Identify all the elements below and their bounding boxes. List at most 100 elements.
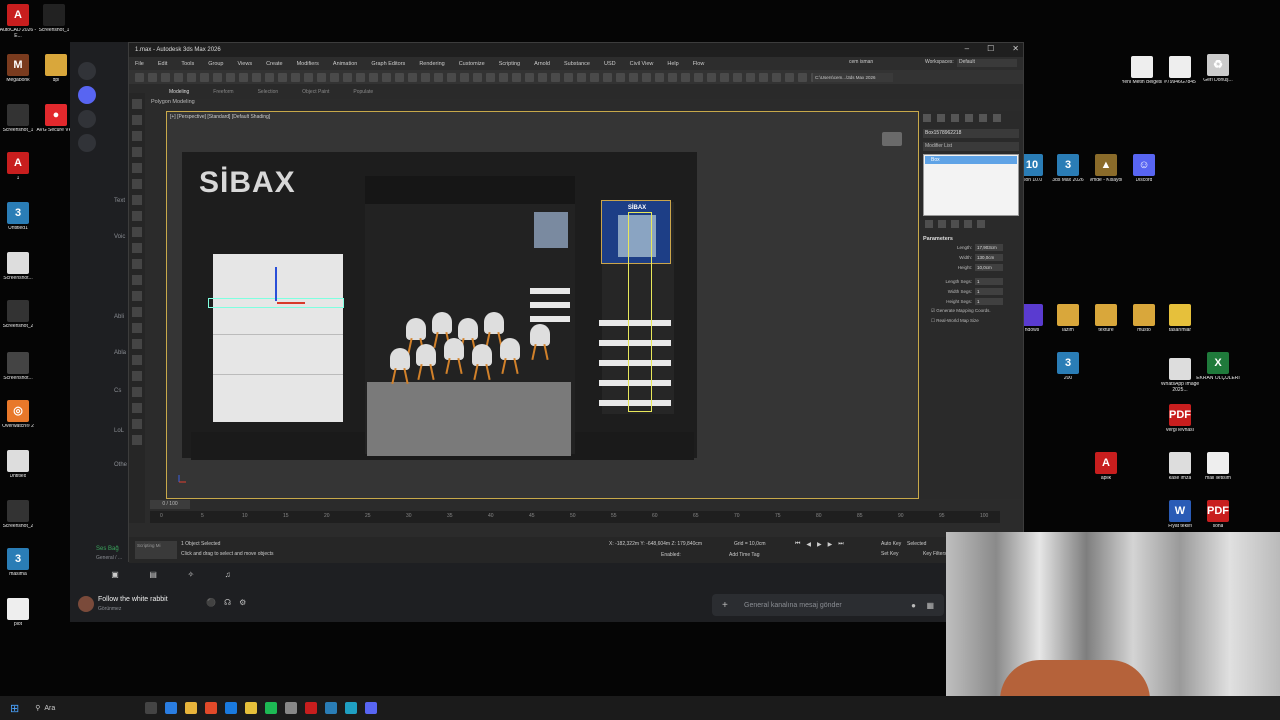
- dimension-spinner[interactable]: 130,0cm: [975, 253, 1003, 261]
- workspace-dropdown[interactable]: Default: [957, 59, 1017, 67]
- toolbar-button-icon[interactable]: [525, 72, 534, 82]
- z-coord[interactable]: Z: 179,840cm: [671, 541, 702, 547]
- telegram-icon[interactable]: [325, 702, 338, 714]
- modifier-list-dropdown[interactable]: Modifier List: [923, 142, 1019, 151]
- menu-substance[interactable]: Substance: [564, 61, 590, 67]
- toolbar-button-icon[interactable]: [720, 72, 729, 82]
- next-frame-icon[interactable]: ▶: [828, 541, 833, 548]
- left-tool-icon[interactable]: [132, 323, 142, 333]
- toolbar-button-icon[interactable]: [460, 72, 469, 82]
- discord-add-server-icon[interactable]: [78, 110, 96, 128]
- toolbar-button-icon[interactable]: [590, 72, 599, 82]
- add-time-tag[interactable]: Add Time Tag: [729, 552, 759, 558]
- toolbar-button-icon[interactable]: [343, 72, 352, 82]
- pin-stack-icon[interactable]: [925, 220, 933, 228]
- toolbar-button-icon[interactable]: [564, 72, 573, 82]
- gen-mapping-checkbox[interactable]: ☑ Generate Mapping Coords.: [919, 306, 1023, 316]
- segments-spinner[interactable]: 1: [975, 277, 1003, 285]
- real-world-checkbox[interactable]: ☐ Real-World Map Size: [919, 316, 1023, 326]
- file-explorer-icon[interactable]: [245, 702, 258, 714]
- toolbar-button-icon[interactable]: [265, 72, 274, 82]
- minimize-icon[interactable]: –: [965, 44, 969, 53]
- menu-file[interactable]: File: [135, 61, 144, 67]
- coordinate-readout[interactable]: X: -182,322m Y: -648,604m Z: 179,840cm: [609, 541, 702, 547]
- left-tool-icon[interactable]: [132, 227, 142, 237]
- maximize-icon[interactable]: ☐: [987, 44, 994, 53]
- left-desktop-icon[interactable]: 3 masima: [0, 548, 40, 578]
- message-input[interactable]: + General kanalına mesaj gönder ● ▦: [712, 594, 944, 616]
- remove-modifier-icon[interactable]: [964, 220, 972, 228]
- toolbar-button-icon[interactable]: [434, 72, 443, 82]
- left-tool-icon[interactable]: [132, 163, 142, 173]
- edge-browser-icon[interactable]: [225, 702, 238, 714]
- ribbon-tab-freeform[interactable]: Freeform: [213, 89, 233, 95]
- modifier-stack[interactable]: Box: [923, 154, 1019, 216]
- dimension-spinner[interactable]: 17,903cm: [975, 243, 1003, 251]
- display-tab-icon[interactable]: [979, 114, 987, 122]
- discord-explore-icon[interactable]: [78, 134, 96, 152]
- toolbar-button-icon[interactable]: [538, 72, 547, 82]
- windows-start-icon[interactable]: ⊞: [10, 702, 19, 715]
- toolbar-button-icon[interactable]: [291, 72, 300, 82]
- wall-poster[interactable]: [534, 212, 568, 248]
- right-desktop-icon[interactable]: 3 200: [1046, 352, 1090, 382]
- left-desktop-icon[interactable]: Screenshot_2: [0, 500, 40, 530]
- toolbar-button-icon[interactable]: [759, 72, 768, 82]
- menu-rendering[interactable]: Rendering: [419, 61, 444, 67]
- ribbon-panel-label[interactable]: Polygon Modeling: [151, 99, 195, 105]
- create-tab-icon[interactable]: [923, 114, 931, 122]
- toolbar-button-icon[interactable]: [252, 72, 261, 82]
- toolbar-button-icon[interactable]: [733, 72, 742, 82]
- menu-usd[interactable]: USD: [604, 61, 616, 67]
- left-tool-icon[interactable]: [132, 195, 142, 205]
- chair-model[interactable]: [497, 338, 523, 375]
- viewport-label[interactable]: [+] [Perspective] [Standard] [Default Sh…: [170, 114, 270, 120]
- toolbar-button-icon[interactable]: [304, 72, 313, 82]
- menu-tools[interactable]: Tools: [181, 61, 194, 67]
- toolbar-button-icon[interactable]: [499, 72, 508, 82]
- toolbar-button-icon[interactable]: [148, 72, 157, 82]
- prev-frame-icon[interactable]: ◀: [806, 541, 811, 548]
- left-tool-icon[interactable]: [132, 99, 142, 109]
- left-tool-icon[interactable]: [132, 403, 142, 413]
- left-desktop-icon[interactable]: Screenshot_1: [32, 4, 76, 34]
- right-desktop-icon[interactable]: mail iletisim: [1196, 452, 1240, 482]
- left-tool-icon[interactable]: [132, 211, 142, 221]
- menu-flow[interactable]: Flow: [693, 61, 705, 67]
- left-desktop-icon[interactable]: Untitled: [0, 450, 40, 480]
- left-tool-icon[interactable]: [132, 291, 142, 301]
- left-tool-icon[interactable]: [132, 275, 142, 285]
- toolbar-button-icon[interactable]: [408, 72, 417, 82]
- left-tool-icon[interactable]: [132, 435, 142, 445]
- toolbar-button-icon[interactable]: [772, 72, 781, 82]
- room-ceiling[interactable]: [365, 176, 575, 204]
- title-bar[interactable]: 1.max - Autodesk 3ds Max 2026 – ☐ ✕: [129, 43, 1023, 57]
- toolbar-button-icon[interactable]: [395, 72, 404, 82]
- dimension-spinner[interactable]: 10,0cm: [975, 263, 1003, 271]
- close-icon[interactable]: ✕: [1012, 44, 1019, 53]
- apps-icon[interactable]: ▦: [926, 601, 934, 610]
- left-tool-icon[interactable]: [132, 259, 142, 269]
- left-tool-icon[interactable]: [132, 115, 142, 125]
- menu-scripting[interactable]: Scripting: [499, 61, 520, 67]
- chair-model[interactable]: [387, 348, 413, 385]
- menu-views[interactable]: Views: [238, 61, 253, 67]
- toolbar-button-icon[interactable]: [798, 72, 807, 82]
- object-name-field[interactable]: Box1578962218: [923, 129, 1019, 138]
- toolbar-button-icon[interactable]: [681, 72, 690, 82]
- menu-civil-view[interactable]: Civil View: [630, 61, 654, 67]
- menu-arnold[interactable]: Arnold: [534, 61, 550, 67]
- avatar[interactable]: [78, 596, 94, 612]
- left-desktop-icon[interactable]: Screenshot_2: [0, 300, 40, 330]
- toolbar-button-icon[interactable]: [473, 72, 482, 82]
- x-coord[interactable]: X: -182,322m: [609, 541, 639, 547]
- ribbon-tab-selection[interactable]: Selection: [258, 89, 279, 95]
- settings-gear-icon[interactable]: ⚙: [239, 598, 246, 607]
- segments-spinner[interactable]: 1: [975, 297, 1003, 305]
- selection-bracket[interactable]: [628, 212, 652, 412]
- voice-status[interactable]: Ses Bağ: [96, 546, 119, 552]
- opera-icon[interactable]: [205, 702, 218, 714]
- left-desktop-icon[interactable]: ◎ Overwatch® 2: [0, 400, 40, 430]
- show-end-result-icon[interactable]: [938, 220, 946, 228]
- room-floor[interactable]: [367, 382, 571, 456]
